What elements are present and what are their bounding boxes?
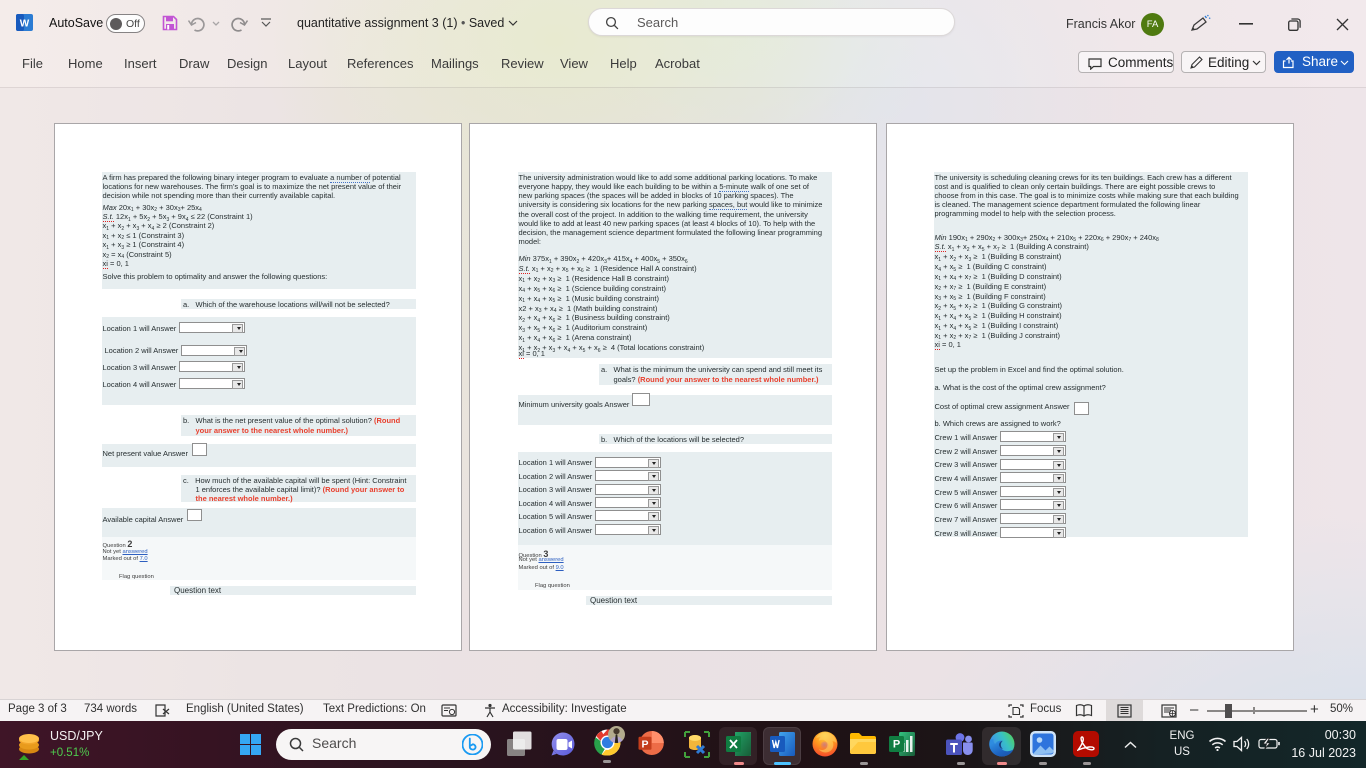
svg-text:P: P bbox=[893, 739, 900, 751]
svg-text:P: P bbox=[641, 739, 648, 751]
svg-text:W: W bbox=[20, 19, 30, 30]
